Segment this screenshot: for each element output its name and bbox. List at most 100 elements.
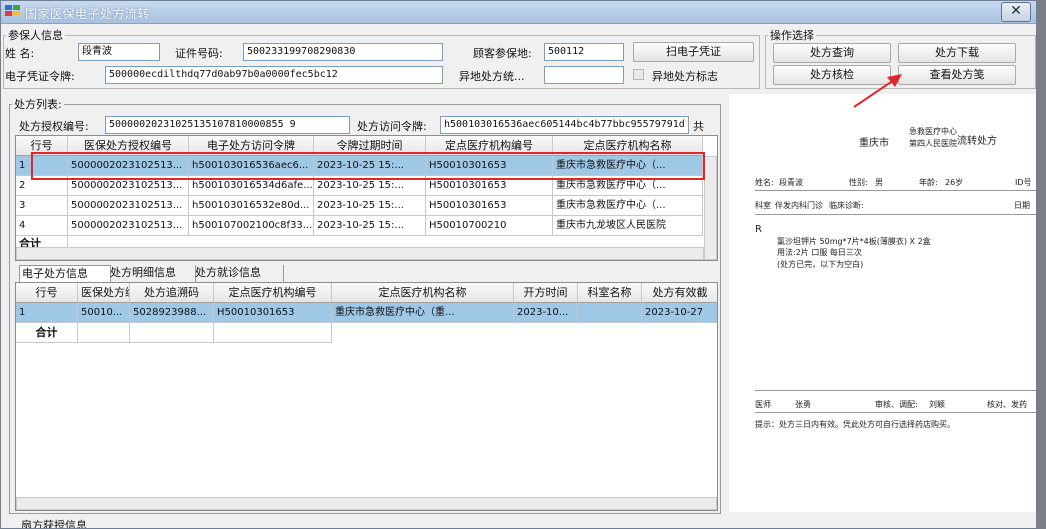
cell: 重庆市九龙坡区人民医院 <box>553 216 703 236</box>
tab-visit-info[interactable]: 处方就诊信息 <box>193 265 284 282</box>
auth-no-label: 处方授权编号: <box>19 120 89 133</box>
col-header[interactable]: 科室名称 <box>578 283 642 303</box>
rx-list-legend: 处方列表: <box>14 98 62 111</box>
close-button[interactable]: ✕ <box>1001 2 1031 22</box>
name-label: 姓 名: <box>5 47 35 60</box>
rx-hospital-line1: 急救医疗中心 <box>909 127 957 136</box>
rx-date-label: 日期 <box>1014 201 1030 210</box>
cell: 4 <box>16 216 68 236</box>
close-icon: ✕ <box>1010 3 1022 19</box>
table-row[interactable]: 3 5000002023102513... h500103016532e80d.… <box>16 196 717 216</box>
total-cell: 合计 <box>16 323 78 343</box>
area-field[interactable]: 500112 <box>544 43 624 61</box>
auth-no-field[interactable]: 50000020231025135107810000855 9 <box>105 116 350 134</box>
rx-sex: 男 <box>875 178 883 187</box>
cell: 1 <box>16 303 78 323</box>
col-header[interactable]: 医保处方编 <box>78 283 130 303</box>
tab-prescription-detail[interactable]: 处方明细信息 <box>108 265 196 282</box>
scan-voucher-button[interactable]: 扫电子凭证 <box>633 42 754 62</box>
cell: h500107002100c8f33... <box>189 216 314 236</box>
cell: H50010301653 <box>214 303 332 323</box>
rx-reviewer: 刘颖 <box>929 400 945 409</box>
cell: h500103016532e80d... <box>189 196 314 216</box>
col-header[interactable]: 处方追溯码 <box>130 283 214 303</box>
visit-token-field[interactable]: h500103016536aec605144bc4b77bbc95579791d <box>440 116 689 134</box>
window-title: 国家医保电子处方流转 <box>25 7 151 21</box>
cell <box>578 303 642 323</box>
horizontal-scrollbar[interactable] <box>16 247 704 260</box>
rx-tip: 提示：处方三日内有效。凭此处方可自行选择药店购买。 <box>755 420 955 429</box>
cell: 5028923988... <box>130 303 214 323</box>
visit-token-label: 处方访问令牌: <box>357 120 427 133</box>
prescription-preview: 重庆市 急救医疗中心 第四人民医院 流转处方 姓名: 段青波 性别: 男 年龄:… <box>729 94 1036 512</box>
cell: 5000002023102513... <box>68 216 189 236</box>
cell: H50010700210 <box>426 216 553 236</box>
arrow-icon <box>853 74 902 108</box>
remote-field[interactable] <box>544 66 624 84</box>
title-bar: 国家医保电子处方流转 ✕ <box>1 1 1036 24</box>
rx-sex-label: 性别: <box>849 178 868 187</box>
remote-flag-checkbox[interactable] <box>633 69 644 80</box>
id-field[interactable]: 500233199708290830 <box>243 43 443 61</box>
cell: 2023-10-25 15:... <box>314 216 426 236</box>
id-label: 证件号码: <box>175 47 223 60</box>
token-field[interactable]: 500000ecdilthdq77d0ab97b0a0000fec5bc12 <box>105 66 443 84</box>
cell: 50010... <box>78 303 130 323</box>
detail-tabs: 电子处方信息 处方明细信息 处方就诊信息 <box>19 265 319 283</box>
rx-drug: 氯沙坦钾片 50mg*7片*4板(薄膜衣) X 2盒 <box>777 237 931 246</box>
table-row[interactable]: 1 50010... 5028923988... H50010301653 重庆… <box>16 303 717 323</box>
detail-header: 行号 医保处方编 处方追溯码 定点医疗机构编号 定点医疗机构名称 开方时间 科室… <box>16 283 717 303</box>
cell: 2023-10-27 <box>642 303 717 323</box>
cell <box>130 323 214 343</box>
rx-divider <box>755 412 1036 413</box>
cell: H50010301653 <box>426 196 553 216</box>
rx-diag-label: 临床诊断: <box>829 201 864 210</box>
cell <box>78 323 130 343</box>
rx-divider <box>755 390 1036 391</box>
rx-type: 流转处方 <box>957 136 997 147</box>
col-header[interactable]: 行号 <box>16 283 78 303</box>
rx-usage: 用法:2片 口服 每日三次 <box>777 248 862 257</box>
remote-label: 异地处方统... <box>459 70 525 83</box>
area-label: 顾客参保地: <box>473 47 532 60</box>
remote-flag-label: 异地处方标志 <box>652 70 718 83</box>
table-row[interactable]: 4 5000002023102513... h500107002100c8f33… <box>16 216 717 236</box>
col-header[interactable]: 处方有效截 <box>642 283 717 303</box>
cell <box>214 323 332 343</box>
view-prescription-button[interactable]: 查看处方笺 <box>898 65 1016 85</box>
highlight-box <box>31 152 705 180</box>
main-window: 国家医保电子处方流转 ✕ 参保人信息 姓 名: 段青波 证件号码: 500233… <box>0 0 1037 529</box>
total-row: 合计 <box>16 323 717 343</box>
rx-id-label: ID号 <box>1015 178 1032 187</box>
rx-age-label: 年龄: <box>919 178 938 187</box>
query-button[interactable]: 处方查询 <box>773 43 891 63</box>
cell: 重庆市急救医疗中心（重... <box>332 303 514 323</box>
operations-legend: 操作选择 <box>770 29 814 42</box>
rx-name-label: 姓名: <box>755 178 774 187</box>
rx-dept: 伴发内科门诊 <box>775 201 823 210</box>
col-header[interactable]: 定点医疗机构名称 <box>332 283 514 303</box>
rx-hospital-line2: 第四人民医院 <box>909 139 957 148</box>
rx-city: 重庆市 <box>859 138 889 149</box>
col-header[interactable]: 开方时间 <box>514 283 578 303</box>
bottom-label: 扇方获授信息 <box>21 519 87 529</box>
download-button[interactable]: 处方下载 <box>898 43 1016 63</box>
tab-e-prescription[interactable]: 电子处方信息 <box>19 265 111 283</box>
vertical-scrollbar[interactable] <box>704 156 717 260</box>
col-header[interactable]: 定点医疗机构编号 <box>214 283 332 303</box>
rx-r-mark: R <box>755 224 762 235</box>
total-label: 共 <box>693 120 704 133</box>
name-field[interactable]: 段青波 <box>78 43 160 61</box>
rx-review-label: 审核、调配: <box>875 400 918 409</box>
cell: 5000002023102513... <box>68 196 189 216</box>
rx-doctor-label: 医师 <box>755 400 771 409</box>
app-icon <box>5 5 20 16</box>
rx-end-note: (处方已完，以下为空白) <box>777 260 864 269</box>
rx-divider <box>755 190 1036 191</box>
rx-divider <box>755 214 1036 215</box>
token-label: 电子凭证令牌: <box>5 70 75 83</box>
cell: 3 <box>16 196 68 216</box>
rx-name: 段青波 <box>779 178 803 187</box>
insured-info-legend: 参保人信息 <box>8 29 63 42</box>
horizontal-scrollbar[interactable] <box>16 497 717 510</box>
